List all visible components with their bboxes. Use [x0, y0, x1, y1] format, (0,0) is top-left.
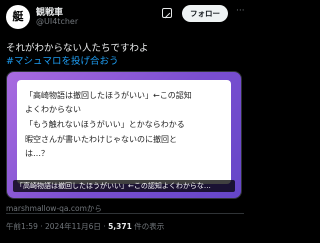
- card-text-line: 暇空さんが書いたわけじゃないのに撤回と: [25, 135, 177, 144]
- view-count-label: 件の表示: [134, 222, 165, 231]
- post-text: それがわからない人たちですわよ: [6, 43, 149, 54]
- meta-separator: ·: [103, 222, 106, 231]
- view-count: 5,371: [108, 222, 132, 231]
- post-header: 艇 観戦車 @UI4tcher フォロー ···: [0, 0, 250, 30]
- card-text-line: 「高崎物語は撤回したほうがいい」←この認知: [25, 91, 192, 100]
- link-card[interactable]: 「高崎物語は撤回したほうがいい」←この認知 よくわからない 「もう触れないほうが…: [6, 71, 242, 199]
- card-text-line: よくわからない: [25, 105, 81, 114]
- post-meta: 午前1:59 · 2024年11月6日 · 5,371 件の表示: [6, 221, 164, 232]
- card-image: 「高崎物語は撤回したほうがいい」←この認知 よくわからない 「もう触れないほうが…: [17, 80, 231, 184]
- card-text-line: は…？: [25, 149, 49, 158]
- hashtag-link[interactable]: #マシュマロを投げ合おう: [6, 55, 118, 68]
- card-text-line: 「もう触れないほうがいい」とかならわかる: [25, 120, 185, 129]
- follow-button[interactable]: フォロー: [182, 5, 228, 22]
- post-time[interactable]: 午前1:59: [6, 222, 38, 231]
- avatar[interactable]: 艇: [6, 5, 30, 29]
- grok-icon[interactable]: [162, 8, 172, 18]
- divider: [6, 213, 244, 214]
- meta-separator: ·: [40, 222, 43, 231]
- post-date[interactable]: 2024年11月6日: [45, 222, 101, 231]
- author-handle[interactable]: @UI4tcher: [36, 17, 78, 26]
- more-options-icon[interactable]: ···: [236, 6, 245, 16]
- card-caption: 「高崎物語は撤回したほうがいい」←この認知よくわからな…: [13, 180, 235, 192]
